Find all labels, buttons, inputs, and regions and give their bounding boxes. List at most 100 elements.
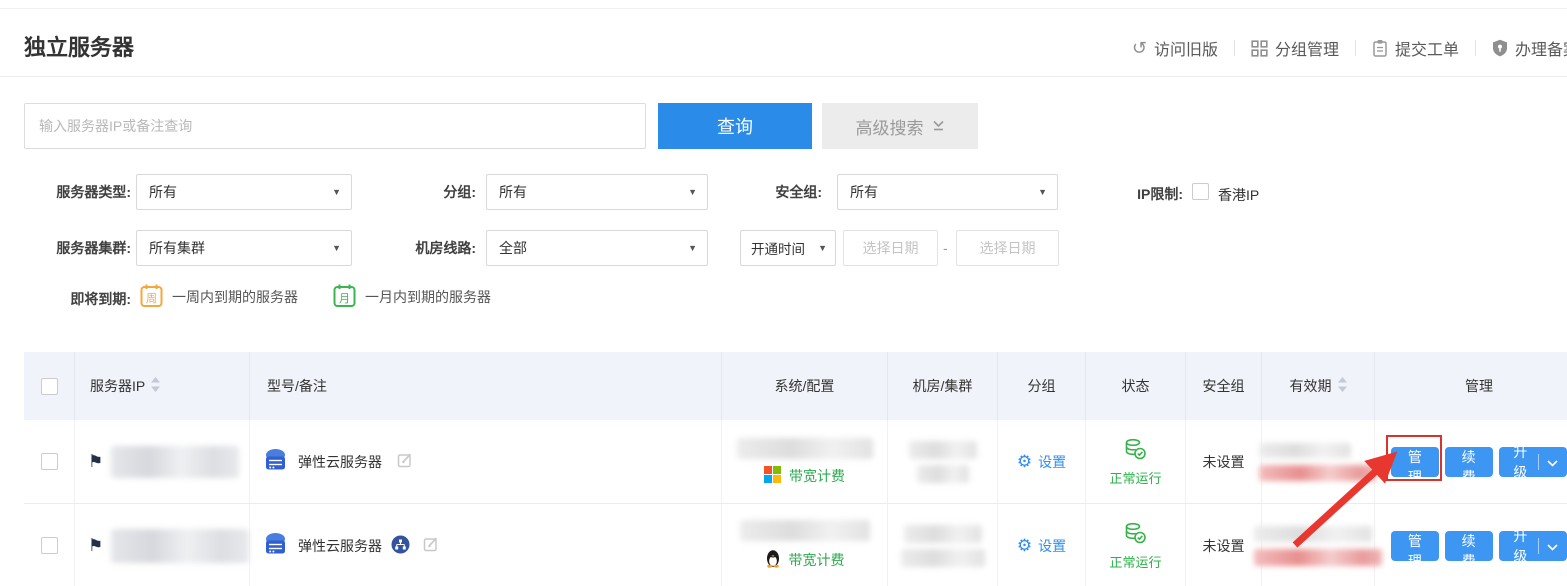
search-input[interactable] (24, 103, 646, 149)
link-filing-label: 办理备案 (1515, 36, 1567, 60)
link-submit-ticket-label: 提交工单 (1395, 36, 1459, 60)
expiring-week-text: 一周内到期的服务器 (172, 287, 298, 307)
renew-button[interactable]: 续费 (1445, 531, 1493, 561)
security-group-value: 未设置 (1203, 452, 1245, 472)
windows-icon (764, 466, 781, 486)
line-select[interactable]: 全部▼ (486, 230, 708, 266)
upgrade-label: 升级 (1511, 442, 1531, 482)
col-validity: 有效期 (1290, 376, 1332, 396)
date-end-input[interactable] (956, 230, 1059, 266)
link-submit-ticket[interactable]: 提交工单 (1372, 36, 1459, 60)
blurred-validity-date (1254, 526, 1372, 542)
select-caret-icon: ▼ (332, 243, 341, 253)
select-caret-icon: ▼ (688, 243, 697, 253)
row-checkbox[interactable] (41, 537, 58, 554)
top-divider (0, 8, 1567, 9)
linux-icon (765, 548, 781, 571)
time-type-select[interactable]: 开通时间▼ (740, 230, 836, 266)
chevron-down-icon (932, 116, 945, 136)
col-group: 分组 (1028, 376, 1056, 396)
gear-icon: ⚙ (1017, 537, 1032, 554)
security-group-value: 所有 (850, 182, 878, 202)
advanced-search-label: 高级搜索 (856, 114, 924, 139)
link-filing[interactable]: 办理备案 (1492, 36, 1567, 60)
header-divider (0, 76, 1567, 77)
sort-icon[interactable] (151, 377, 160, 395)
cluster-value: 所有集群 (149, 238, 205, 258)
flag-icon: ⚑ (88, 537, 103, 554)
expiring-month-filter[interactable]: 月 一月内到期的服务器 (333, 283, 491, 311)
clipboard-icon (1372, 39, 1388, 57)
link-group-manage[interactable]: 分组管理 (1251, 36, 1339, 60)
upgrade-button[interactable]: 升级 (1499, 531, 1567, 561)
server-table: 服务器IP 型号/备注 系统/配置 机房/集群 分组 状态 安全组 有效期 管理… (24, 352, 1567, 586)
upgrade-chevron-icon[interactable] (1547, 538, 1558, 554)
blurred-server-ip (111, 529, 249, 563)
blurred-validity-date (1259, 443, 1351, 458)
select-caret-icon: ▼ (1038, 187, 1047, 197)
select-all-checkbox[interactable] (41, 378, 58, 395)
server-model: 弹性云服务器 (298, 536, 382, 556)
edit-remark-icon[interactable] (423, 536, 439, 555)
svg-text:周: 周 (146, 292, 157, 305)
button-divider (1538, 454, 1539, 470)
cluster-select[interactable]: 所有集群 ▼ (136, 230, 352, 266)
col-model: 型号/备注 (267, 376, 327, 396)
grid-icon (1251, 40, 1268, 57)
shield-icon (1492, 39, 1508, 57)
edit-remark-icon[interactable] (397, 452, 413, 471)
expiring-label: 即将到期: (20, 289, 131, 309)
cluster-label: 服务器集群: (20, 238, 131, 258)
button-divider (1538, 538, 1539, 554)
server-type-select[interactable]: 所有▼ (136, 174, 352, 210)
link-legacy-version[interactable]: ↺ 访问旧版 (1132, 36, 1218, 60)
group-filter-value: 所有 (499, 182, 527, 202)
col-security: 安全组 (1203, 376, 1245, 396)
refresh-icon: ↺ (1132, 39, 1147, 57)
manage-button[interactable]: 管理 (1391, 531, 1439, 561)
upgrade-chevron-icon[interactable] (1547, 454, 1558, 470)
sort-icon[interactable] (1338, 377, 1347, 395)
group-select[interactable]: 所有 ▼ (486, 174, 708, 210)
date-range-separator: - (943, 240, 948, 256)
page-title: 独立服务器 (24, 30, 134, 62)
group-setting-link[interactable]: ⚙ 设置 (1017, 536, 1066, 556)
status-text: 正常运行 (1109, 468, 1161, 487)
blurred-room (904, 525, 982, 543)
month-calendar-icon: 月 (333, 283, 356, 311)
group-setting-link[interactable]: ⚙ 设置 (1017, 452, 1066, 472)
renew-button[interactable]: 续费 (1445, 447, 1493, 477)
server-row-1: ⚑ 弹性云服务器 (24, 420, 1567, 504)
select-caret-icon: ▼ (688, 187, 697, 197)
status-running-icon (1123, 437, 1147, 464)
link-legacy-label: 访问旧版 (1154, 36, 1218, 60)
manage-button[interactable]: 管理 (1391, 447, 1439, 477)
blurred-server-ip (111, 446, 239, 478)
row-checkbox[interactable] (41, 453, 58, 470)
server-row-2: ⚑ 弹性云服务器 (24, 504, 1567, 586)
search-button[interactable]: 查询 (658, 103, 812, 149)
gear-icon: ⚙ (1017, 453, 1032, 470)
security-group-select[interactable]: 所有 ▼ (837, 174, 1058, 210)
billing-type: 带宽计费 (789, 466, 845, 486)
link-separator (1475, 40, 1476, 56)
advanced-search-button[interactable]: 高级搜索 (822, 103, 978, 149)
table-header: 服务器IP 型号/备注 系统/配置 机房/集群 分组 状态 安全组 有效期 管理 (24, 352, 1567, 420)
server-model: 弹性云服务器 (298, 452, 382, 472)
col-server-ip: 服务器IP (90, 376, 145, 396)
blurred-cluster (917, 465, 969, 483)
security-group-label: 安全组: (740, 182, 822, 202)
week-calendar-icon: 周 (140, 283, 163, 311)
cloud-server-icon (262, 447, 289, 476)
date-start-input[interactable] (843, 230, 938, 266)
group-filter-label: 分组: (380, 182, 476, 202)
link-group-manage-label: 分组管理 (1275, 36, 1339, 60)
flag-icon: ⚑ (88, 453, 103, 470)
blurred-config (737, 438, 873, 459)
blurred-room (909, 441, 977, 459)
hongkong-ip-checkbox[interactable] (1192, 183, 1209, 200)
top-links: ↺ 访问旧版 分组管理 提交工单 办理备案 (1132, 36, 1567, 60)
upgrade-button[interactable]: 升级 (1499, 447, 1567, 477)
link-separator (1234, 40, 1235, 56)
expiring-week-filter[interactable]: 周 一周内到期的服务器 (140, 283, 298, 311)
